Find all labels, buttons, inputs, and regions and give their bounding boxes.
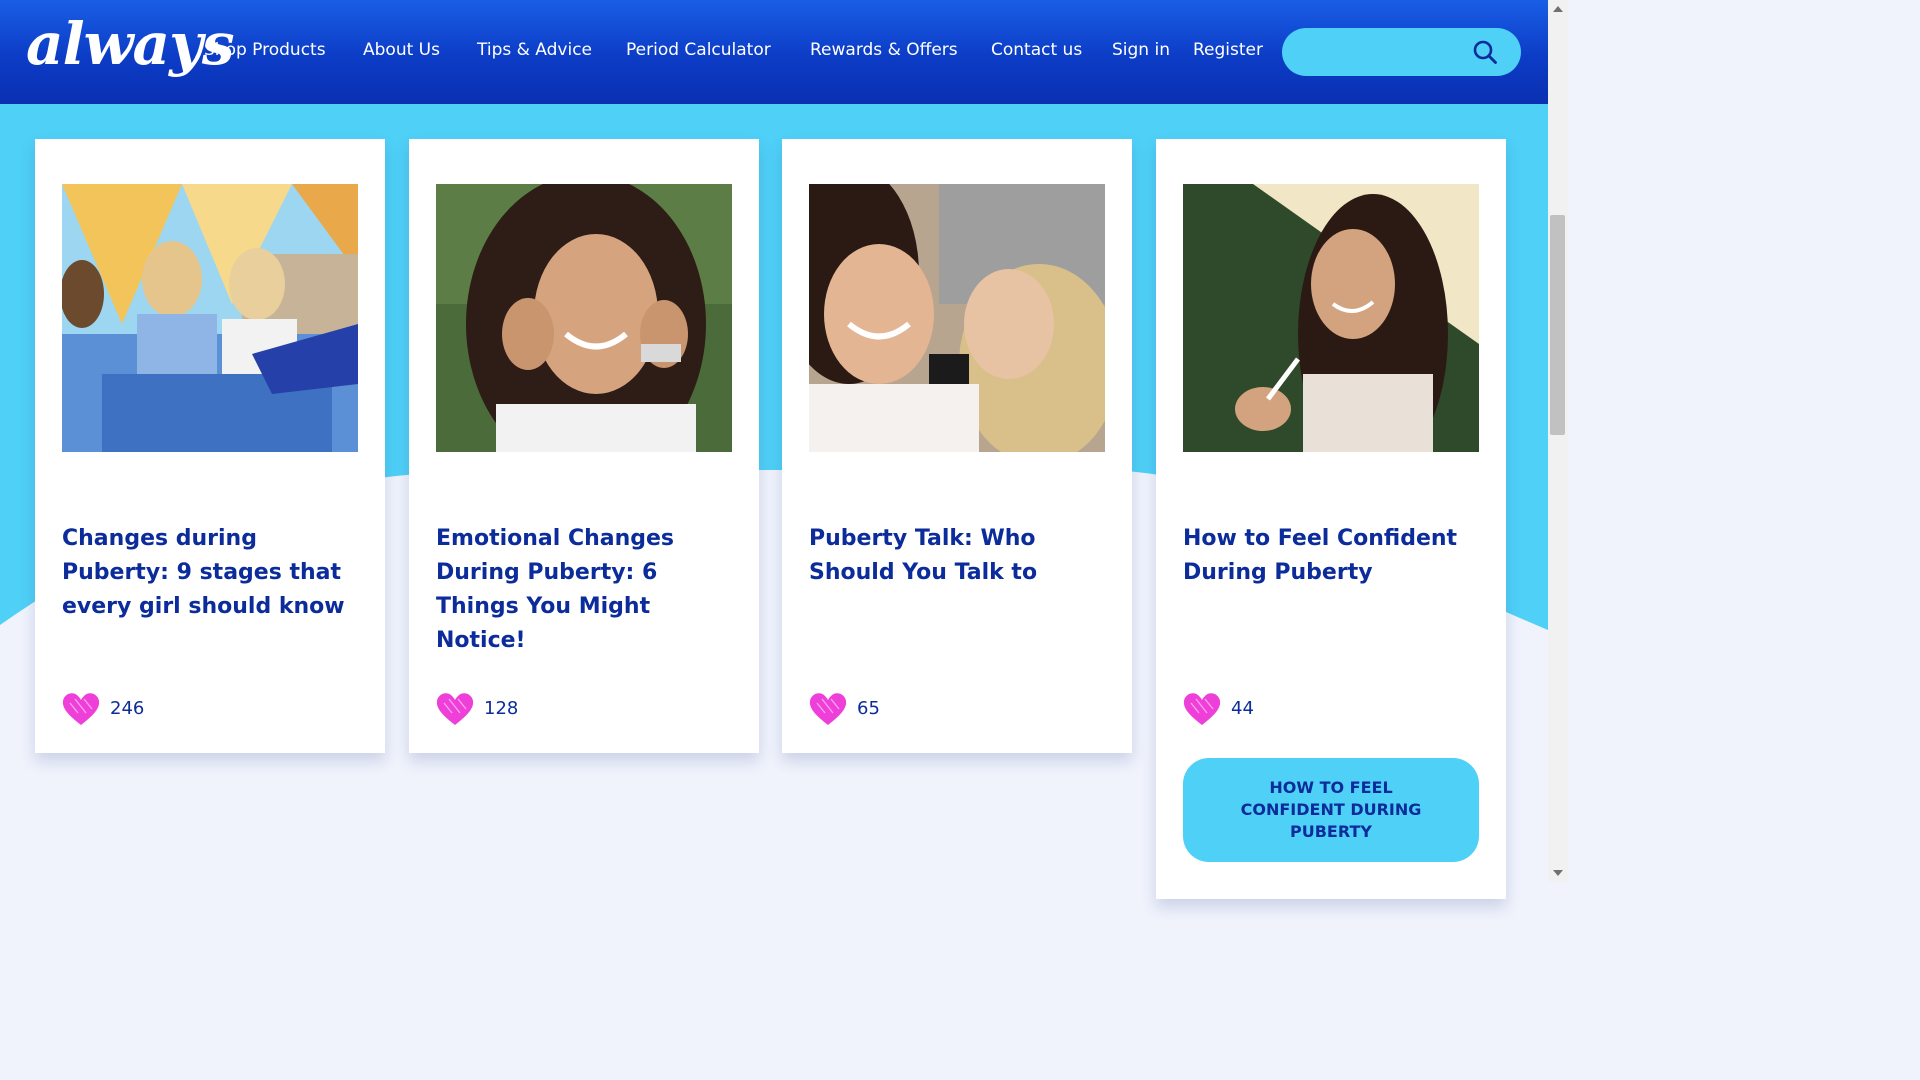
nav-about-us[interactable]: About Us xyxy=(363,40,440,60)
site-header: always Shop Products About Us Tips & Adv… xyxy=(0,0,1548,104)
nav-rewards-offers[interactable]: Rewards & Offers xyxy=(810,40,958,60)
brand-logo[interactable]: always xyxy=(26,10,234,78)
heart-icon[interactable] xyxy=(436,691,474,727)
scroll-up-arrow-icon[interactable] xyxy=(1553,6,1563,12)
page-scrollbar[interactable] xyxy=(1548,0,1568,882)
like-count: 128 xyxy=(484,698,519,719)
heart-icon[interactable] xyxy=(62,691,100,727)
article-title[interactable]: How to Feel Confident During Puberty xyxy=(1183,522,1483,590)
article-title[interactable]: Puberty Talk: Who Should You Talk to xyxy=(809,522,1109,590)
like-count: 65 xyxy=(857,698,880,719)
article-card[interactable]: Emotional Changes During Puberty: 6 Thin… xyxy=(409,139,759,753)
scroll-down-arrow-icon[interactable] xyxy=(1553,870,1563,876)
scrollbar-thumb[interactable] xyxy=(1550,215,1565,435)
nav-sign-in[interactable]: Sign in xyxy=(1112,40,1170,60)
search-input[interactable] xyxy=(1300,38,1474,68)
article-card[interactable]: Changes during Puberty: 9 stages that ev… xyxy=(35,139,385,753)
article-image-confident-girl[interactable] xyxy=(1183,184,1479,452)
heart-icon[interactable] xyxy=(1183,691,1221,727)
read-article-button[interactable]: HOW TO FEEL CONFIDENT DURING PUBERTY xyxy=(1183,758,1479,862)
nav-period-calculator[interactable]: Period Calculator xyxy=(626,40,771,60)
heart-icon[interactable] xyxy=(809,691,847,727)
search-box xyxy=(1282,28,1521,76)
like-count: 246 xyxy=(110,698,145,719)
nav-tips-advice[interactable]: Tips & Advice xyxy=(477,40,592,60)
article-card[interactable]: Puberty Talk: Who Should You Talk to 65 xyxy=(782,139,1132,753)
article-image-two-girls-laughing[interactable] xyxy=(809,184,1105,452)
article-image-smiling-girl[interactable] xyxy=(436,184,732,452)
article-title[interactable]: Emotional Changes During Puberty: 6 Thin… xyxy=(436,522,736,658)
article-card[interactable]: How to Feel Confident During Puberty 44 … xyxy=(1156,139,1506,899)
search-icon[interactable] xyxy=(1472,39,1498,65)
nav-shop-products[interactable]: Shop Products xyxy=(204,40,326,60)
nav-register[interactable]: Register xyxy=(1193,40,1263,60)
article-title[interactable]: Changes during Puberty: 9 stages that ev… xyxy=(62,522,362,624)
nav-contact-us[interactable]: Contact us xyxy=(991,40,1082,60)
article-image-friends-studying[interactable] xyxy=(62,184,358,452)
like-count: 44 xyxy=(1231,698,1254,719)
